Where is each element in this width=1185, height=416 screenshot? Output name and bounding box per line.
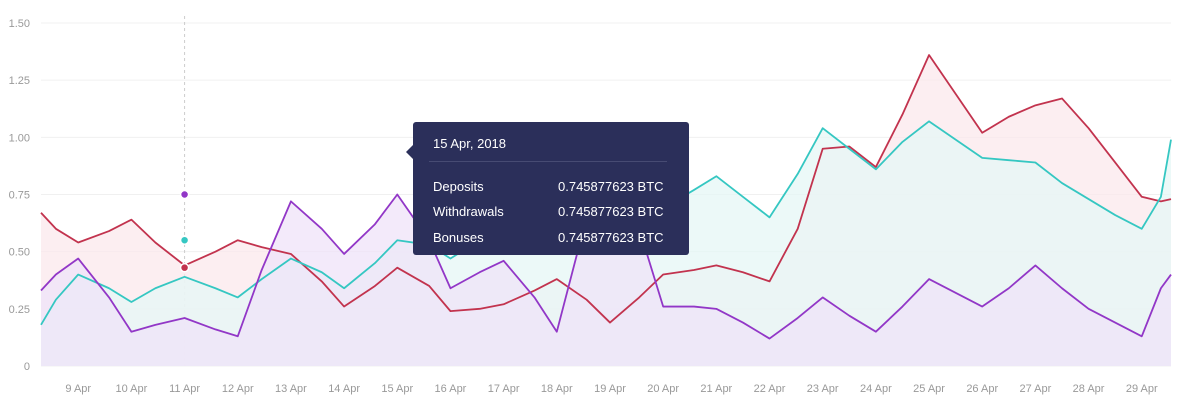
x-tick-label: 20 Apr (647, 383, 679, 395)
tooltip-value: 0.745877623 BTC (558, 179, 664, 194)
tooltip-divider (429, 161, 667, 162)
x-tick-label: 12 Apr (222, 383, 254, 395)
highlight-point-bonuses (179, 189, 190, 200)
x-tick-label: 27 Apr (1019, 383, 1051, 395)
x-tick-label: 17 Apr (488, 383, 520, 395)
x-tick-label: 10 Apr (115, 383, 147, 395)
x-tick-label: 21 Apr (700, 383, 732, 395)
y-tick-label: 1.50 (9, 18, 30, 30)
x-tick-label: 13 Apr (275, 383, 307, 395)
x-tick-label: 24 Apr (860, 383, 892, 395)
tooltip-label: Bonuses (433, 230, 484, 245)
x-tick-label: 29 Apr (1126, 383, 1158, 395)
tooltip-label: Withdrawals (433, 204, 504, 219)
x-tick-label: 23 Apr (807, 383, 839, 395)
x-tick-label: 14 Apr (328, 383, 360, 395)
y-tick-label: 0.75 (9, 190, 30, 202)
highlight-point-withdrawals (179, 235, 190, 245)
x-tick-label: 16 Apr (435, 383, 467, 395)
x-tick-label: 28 Apr (1073, 383, 1105, 395)
x-tick-label: 26 Apr (966, 383, 998, 395)
tooltip-value: 0.745877623 BTC (558, 230, 664, 245)
y-tick-label: 0 (24, 361, 30, 373)
tooltip-date: 15 Apr, 2018 (433, 136, 507, 151)
tooltip: 15 Apr, 2018 Deposits 0.745877623 BTC Wi… (406, 122, 689, 255)
x-tick-label: 25 Apr (913, 383, 945, 395)
highlight-point-deposits (179, 262, 190, 273)
x-tick-label: 9 Apr (65, 383, 91, 395)
x-tick-label: 22 Apr (754, 383, 786, 395)
x-tick-label: 18 Apr (541, 383, 573, 395)
x-tick-label: 15 Apr (381, 383, 413, 395)
x-tick-label: 11 Apr (169, 383, 200, 395)
y-tick-label: 0.25 (9, 304, 30, 316)
y-tick-label: 1.25 (9, 75, 30, 87)
y-tick-label: 1.00 (9, 132, 30, 144)
y-tick-label: 0.50 (9, 247, 30, 259)
tooltip-label: Deposits (433, 179, 484, 194)
x-tick-label: 19 Apr (594, 383, 626, 395)
tooltip-value: 0.745877623 BTC (558, 204, 664, 219)
